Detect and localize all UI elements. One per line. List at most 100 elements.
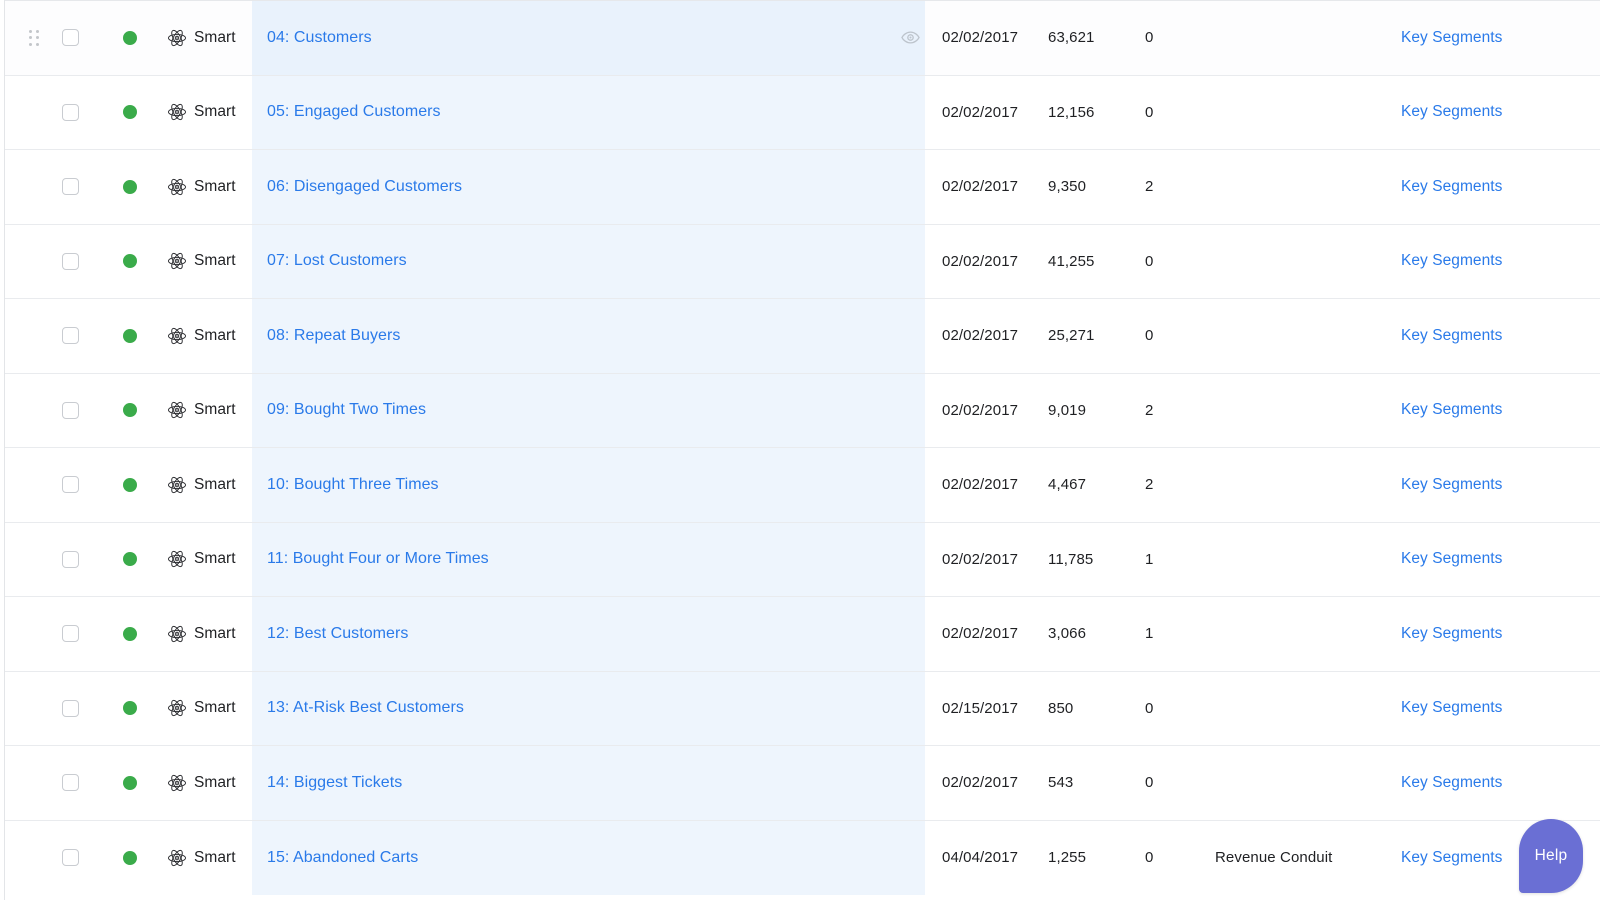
checkbox-icon[interactable] xyxy=(61,327,79,345)
checkbox-icon[interactable] xyxy=(61,849,79,867)
row-select-cell[interactable] xyxy=(57,597,83,671)
checkbox-icon[interactable] xyxy=(61,625,79,643)
row-select-cell[interactable] xyxy=(57,821,83,896)
key-segments-link[interactable]: Key Segments xyxy=(1401,849,1502,867)
segment-name-link[interactable]: 15: Abandoned Carts xyxy=(267,849,418,867)
segment-name-cell[interactable]: 09: Bought Two Times xyxy=(267,374,867,448)
row-select-cell[interactable] xyxy=(57,76,83,150)
date-value: 02/02/2017 xyxy=(942,29,1019,47)
table-row[interactable]: Smart 05: Engaged Customers 02/02/2017 12,1… xyxy=(5,75,1600,150)
preview-cell[interactable] xyxy=(893,1,927,75)
segment-name-cell[interactable]: 15: Abandoned Carts xyxy=(267,821,867,896)
checkbox-icon[interactable] xyxy=(61,103,79,121)
segment-name-cell[interactable]: 07: Lost Customers xyxy=(267,225,867,299)
row-select-cell[interactable] xyxy=(57,225,83,299)
key-segments-link[interactable]: Key Segments xyxy=(1401,774,1502,792)
row-select-cell[interactable] xyxy=(57,299,83,373)
row-select-cell[interactable] xyxy=(57,746,83,820)
segment-name-link[interactable]: 06: Disengaged Customers xyxy=(267,178,462,196)
eye-icon[interactable] xyxy=(900,28,920,47)
key-segments-link[interactable]: Key Segments xyxy=(1401,327,1502,345)
row-select-cell[interactable] xyxy=(57,374,83,448)
checkbox-icon[interactable] xyxy=(61,699,79,717)
table-row[interactable]: Smart 07: Lost Customers 02/02/2017 41,255 0… xyxy=(5,224,1600,299)
number-cell: 1 xyxy=(1145,597,1215,671)
checkbox-icon[interactable] xyxy=(61,774,79,792)
table-row[interactable]: Smart 11: Bought Four or More Times 02/02/… xyxy=(5,522,1600,597)
row-select-cell[interactable] xyxy=(57,448,83,522)
segment-name-link[interactable]: 05: Engaged Customers xyxy=(267,103,441,121)
actions-cell[interactable]: Key Segments xyxy=(1401,523,1591,597)
key-segments-link[interactable]: Key Segments xyxy=(1401,252,1502,270)
segment-name-link[interactable]: 10: Bought Three Times xyxy=(267,476,439,494)
actions-cell[interactable]: Key Segments xyxy=(1401,448,1591,522)
checkbox-icon[interactable] xyxy=(61,252,79,270)
row-select-cell[interactable] xyxy=(57,672,83,746)
key-segments-link[interactable]: Key Segments xyxy=(1401,401,1502,419)
key-segments-link[interactable]: Key Segments xyxy=(1401,550,1502,568)
segment-name-cell[interactable]: 11: Bought Four or More Times xyxy=(267,523,867,597)
help-button[interactable]: Help xyxy=(1519,819,1583,893)
date-cell: 02/15/2017 xyxy=(942,672,1048,746)
table-row[interactable]: Smart 09: Bought Two Times 02/02/2017 9,019… xyxy=(5,373,1600,448)
key-segments-link[interactable]: Key Segments xyxy=(1401,103,1502,121)
segment-name-cell[interactable]: 08: Repeat Buyers xyxy=(267,299,867,373)
table-row[interactable]: Smart 12: Best Customers 02/02/2017 3,066 1 K… xyxy=(5,597,1600,672)
table-row[interactable]: Smart 10: Bought Three Times 02/02/2017 4,4… xyxy=(5,448,1600,523)
count-value: 12,156 xyxy=(1048,103,1095,121)
row-select-cell[interactable] xyxy=(57,523,83,597)
segment-name-link[interactable]: 12: Best Customers xyxy=(267,625,408,643)
segment-name-link[interactable]: 08: Repeat Buyers xyxy=(267,327,400,345)
table-row[interactable]: Smart 13: At-Risk Best Customers 02/15/201… xyxy=(5,671,1600,746)
drag-handle-icon[interactable] xyxy=(29,29,39,46)
actions-cell[interactable]: Key Segments xyxy=(1401,672,1591,746)
segment-name-cell[interactable]: 14: Biggest Tickets xyxy=(267,746,867,820)
status-cell xyxy=(117,672,143,746)
segment-name-cell[interactable]: 10: Bought Three Times xyxy=(267,448,867,522)
actions-cell[interactable]: Key Segments xyxy=(1401,1,1591,75)
key-segments-link[interactable]: Key Segments xyxy=(1401,29,1502,47)
actions-cell[interactable]: Key Segments xyxy=(1401,597,1591,671)
status-cell xyxy=(117,225,143,299)
segment-name-cell[interactable]: 06: Disengaged Customers xyxy=(267,150,867,224)
segment-name-cell[interactable]: 04: Customers xyxy=(267,1,867,75)
checkbox-icon[interactable] xyxy=(61,178,79,196)
segment-name-link[interactable]: 14: Biggest Tickets xyxy=(267,774,402,792)
row-select-cell[interactable] xyxy=(57,1,83,75)
segment-name-link[interactable]: 04: Customers xyxy=(267,29,372,47)
actions-cell[interactable]: Key Segments xyxy=(1401,150,1591,224)
key-segments-link[interactable]: Key Segments xyxy=(1401,699,1502,717)
table-row[interactable]: Smart 15: Abandoned Carts 04/04/2017 1,255 0… xyxy=(5,820,1600,896)
checkbox-icon[interactable] xyxy=(61,401,79,419)
drag-handle-cell[interactable] xyxy=(21,1,47,75)
count-value: 1,255 xyxy=(1048,849,1087,867)
date-value: 02/02/2017 xyxy=(942,103,1019,121)
table-row[interactable]: Smart 06: Disengaged Customers 02/02/2017 9… xyxy=(5,150,1600,225)
segment-name-link[interactable]: 13: At-Risk Best Customers xyxy=(267,699,464,717)
table-row[interactable]: Smart 14: Biggest Tickets 02/02/2017 543 0 Ke… xyxy=(5,746,1600,821)
segment-type-cell: Smart xyxy=(167,225,253,299)
atom-icon xyxy=(167,177,187,197)
actions-cell[interactable]: Key Segments xyxy=(1401,225,1591,299)
atom-icon xyxy=(167,549,187,569)
table-row[interactable]: Smart 08: Repeat Buyers 02/02/2017 25,271 0 K… xyxy=(5,299,1600,374)
table-row[interactable]: Smart 04: Customers 02/02/2017 63,621 0 Key S… xyxy=(5,1,1600,76)
key-segments-link[interactable]: Key Segments xyxy=(1401,476,1502,494)
segment-name-cell[interactable]: 12: Best Customers xyxy=(267,597,867,671)
key-segments-link[interactable]: Key Segments xyxy=(1401,625,1502,643)
checkbox-icon[interactable] xyxy=(61,29,79,47)
segment-name-cell[interactable]: 05: Engaged Customers xyxy=(267,76,867,150)
actions-cell[interactable]: Key Segments xyxy=(1401,76,1591,150)
checkbox-icon[interactable] xyxy=(61,476,79,494)
segment-type-label: Smart xyxy=(194,550,236,568)
actions-cell[interactable]: Key Segments xyxy=(1401,374,1591,448)
segment-name-cell[interactable]: 13: At-Risk Best Customers xyxy=(267,672,867,746)
segment-name-link[interactable]: 11: Bought Four or More Times xyxy=(267,550,489,568)
row-select-cell[interactable] xyxy=(57,150,83,224)
checkbox-icon[interactable] xyxy=(61,550,79,568)
segment-name-link[interactable]: 09: Bought Two Times xyxy=(267,401,426,419)
key-segments-link[interactable]: Key Segments xyxy=(1401,178,1502,196)
segment-name-link[interactable]: 07: Lost Customers xyxy=(267,252,407,270)
actions-cell[interactable]: Key Segments xyxy=(1401,299,1591,373)
actions-cell[interactable]: Key Segments xyxy=(1401,746,1591,820)
